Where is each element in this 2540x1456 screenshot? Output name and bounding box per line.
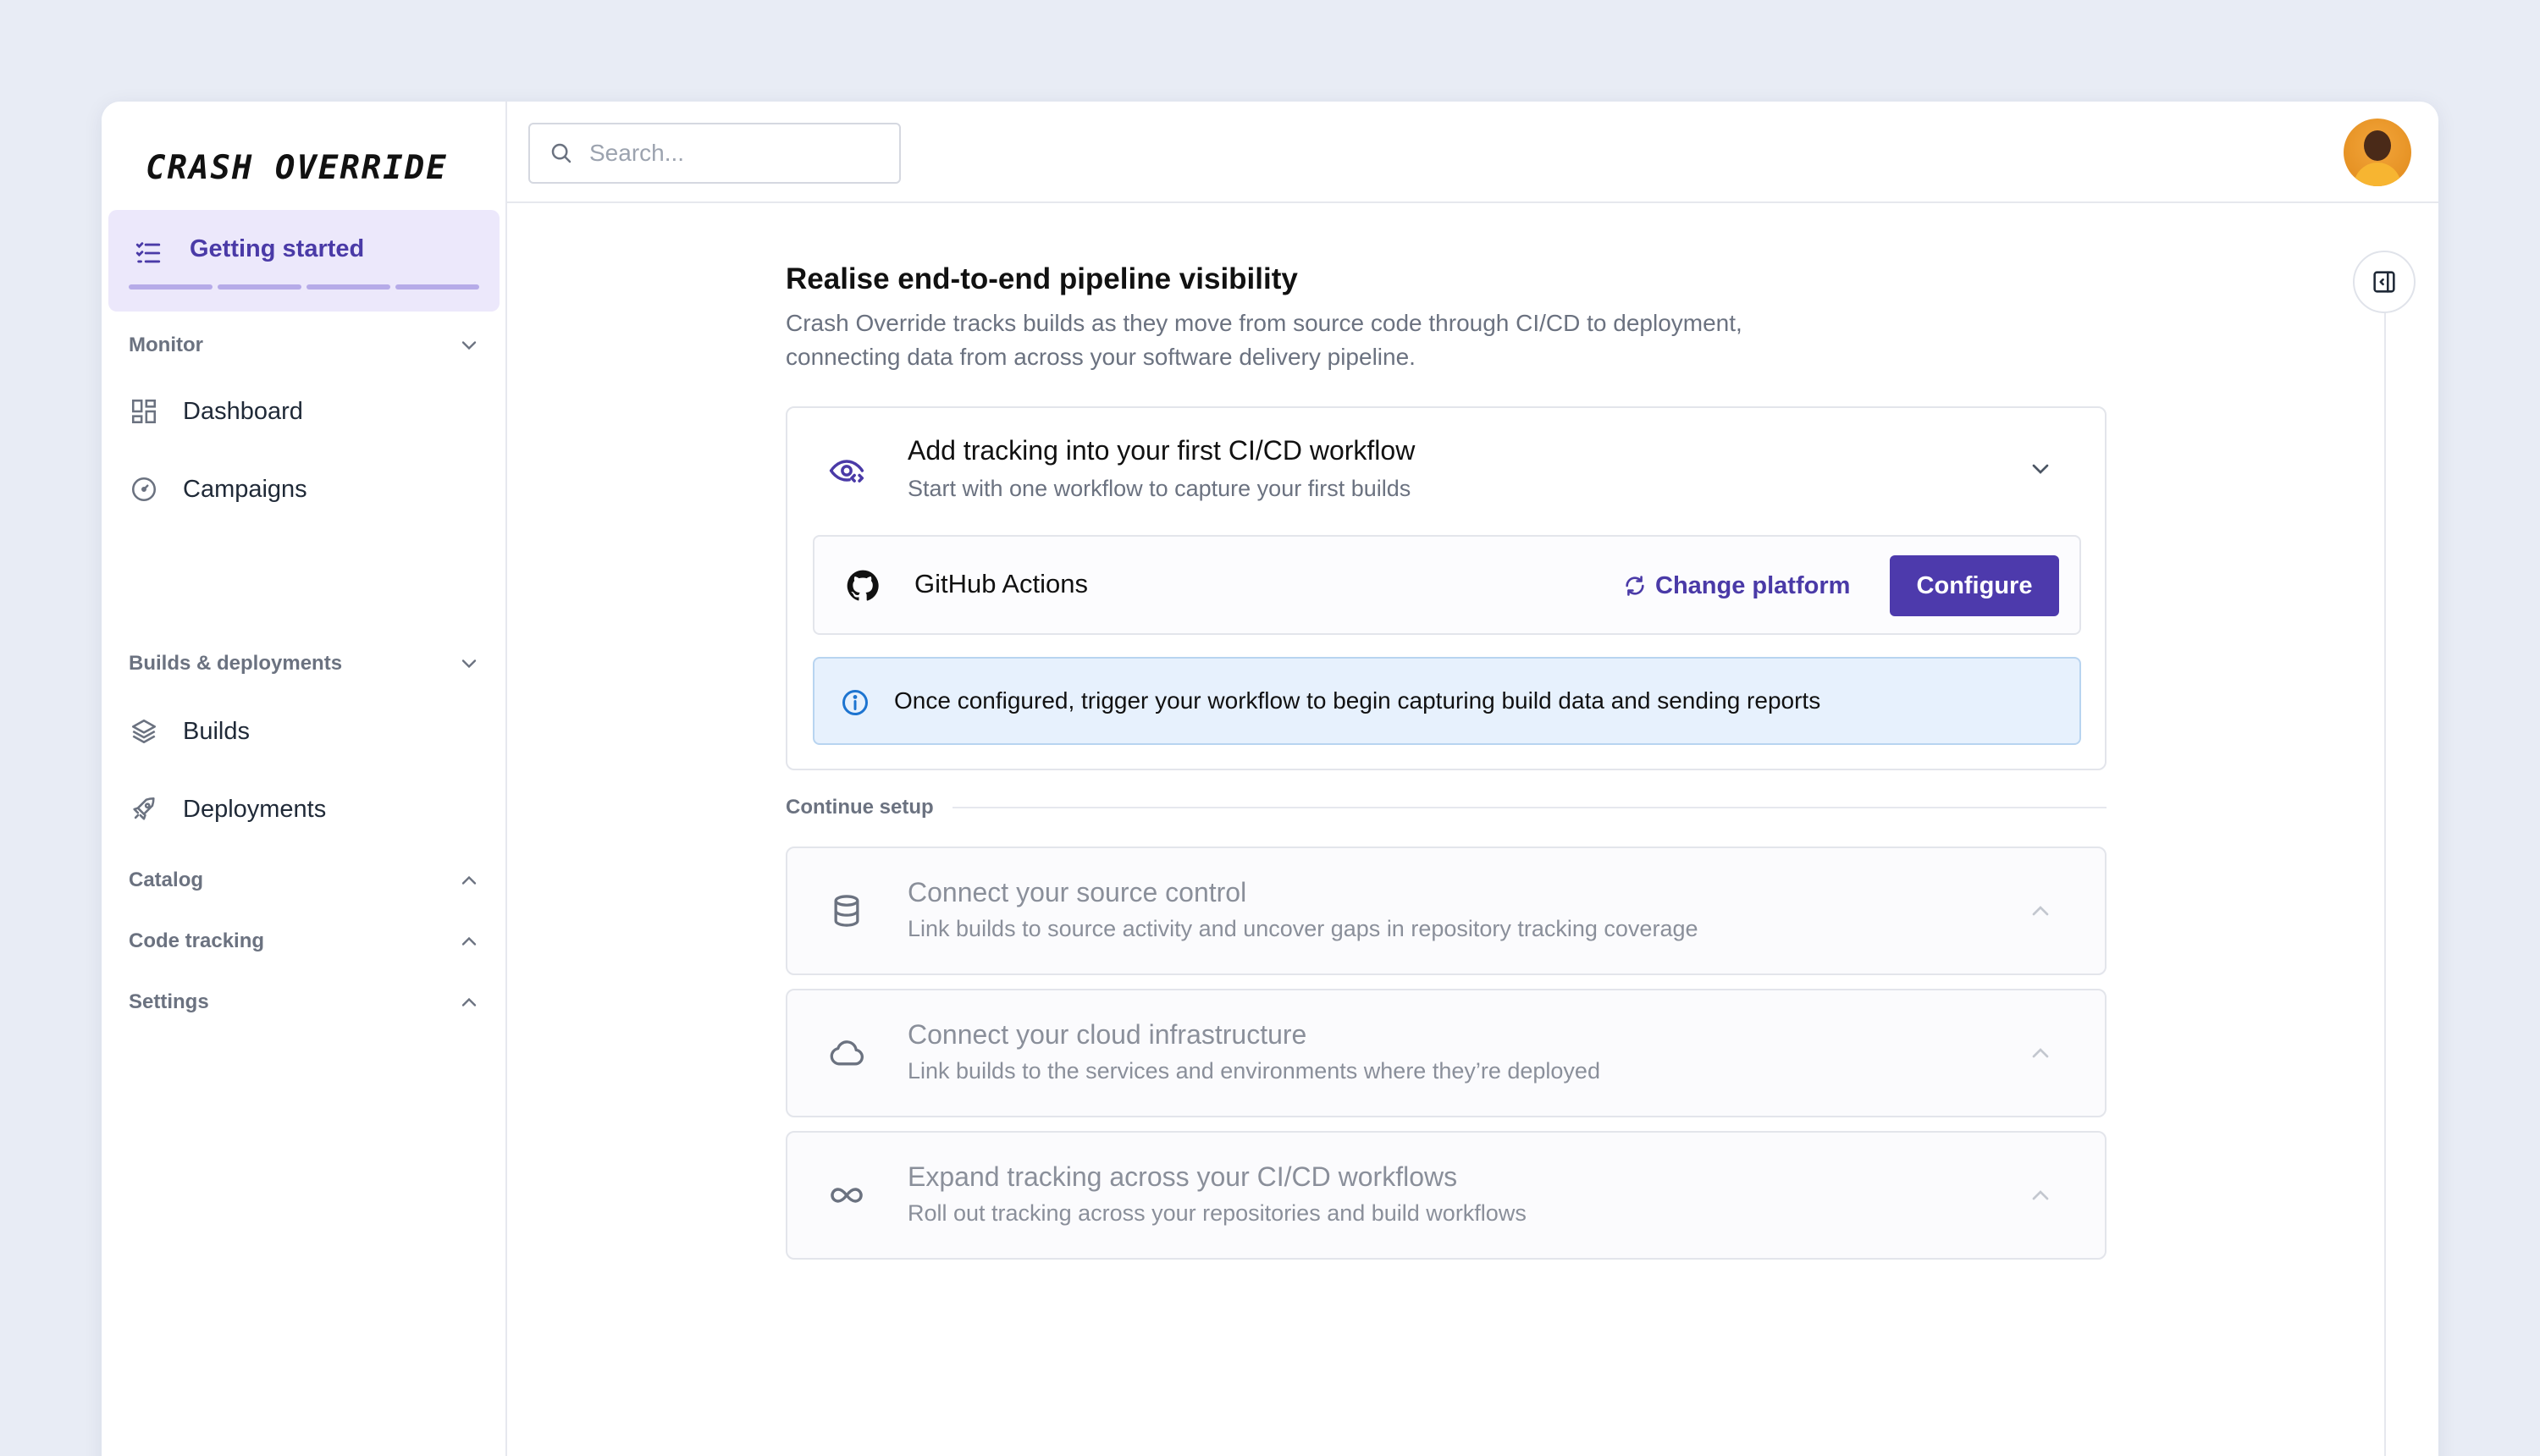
chevron-down-icon[interactable] (2027, 455, 2054, 483)
chevron-down-icon (461, 341, 477, 350)
page-description: Crash Override tracks builds as they mov… (786, 310, 1742, 370)
step-expand-tracking[interactable]: Expand tracking across your CI/CD workfl… (786, 1131, 2107, 1260)
search-icon (551, 143, 572, 163)
platform-row: GitHub Actions Change platform Configure (813, 535, 2081, 635)
active-step-title: Add tracking into your first CI/CD workf… (908, 435, 1416, 466)
brand-logo[interactable]: CRASH OVERRIDE (146, 132, 484, 203)
refresh-icon (1626, 576, 1644, 596)
getting-started-progress (129, 284, 479, 290)
sidebar-item-dashboard[interactable]: Dashboard (129, 388, 484, 435)
info-banner: Once configured, trigger your workflow t… (813, 657, 2081, 745)
step-subtitle: Link builds to the services and environm… (908, 1058, 1600, 1084)
panel-collapse-icon (2373, 271, 2395, 293)
configure-button[interactable]: Configure (1890, 555, 2059, 616)
step-title: Expand tracking across your CI/CD workfl… (908, 1161, 1458, 1192)
app-window: CRASH OVERRIDE Getting started Monitor D… (102, 102, 2438, 1456)
step-subtitle: Link builds to source activity and uncov… (908, 916, 1698, 941)
github-icon (847, 570, 879, 601)
step-title: Connect your cloud infrastructure (908, 1019, 1307, 1050)
section-label: Builds & deployments (129, 652, 343, 675)
chevron-up-icon (461, 936, 477, 946)
section-label: Catalog (129, 869, 204, 891)
avatar[interactable] (2344, 119, 2411, 186)
platform-name: GitHub Actions (914, 569, 1089, 598)
sidebar-item-campaigns[interactable]: Campaigns (129, 466, 484, 513)
active-step-subtitle: Start with one workflow to capture your … (908, 476, 1411, 501)
database-icon (834, 895, 859, 927)
chevron-up-icon (461, 997, 477, 1007)
active-step-header[interactable]: Add tracking into your first CI/CD workf… (787, 408, 2105, 535)
toggle-panel-button[interactable] (2353, 251, 2416, 313)
nav-label: Deployments (183, 795, 327, 823)
step-title: Connect your source control (908, 877, 1247, 907)
info-icon (842, 690, 868, 715)
active-step-card: Add tracking into your first CI/CD workf… (786, 406, 2107, 770)
step-cloud-infrastructure[interactable]: Connect your cloud infrastructure Link b… (786, 989, 2107, 1117)
sidebar-item-builds[interactable]: Builds (129, 708, 484, 755)
right-rail-divider (2384, 283, 2386, 1456)
nav-label: Campaigns (183, 475, 307, 503)
getting-started-label: Getting started (190, 235, 365, 262)
dashboard-icon (129, 396, 159, 427)
infinity-icon (831, 1188, 863, 1203)
eye-code-icon (829, 460, 864, 483)
search-box[interactable] (528, 123, 901, 184)
section-settings[interactable]: Settings (129, 985, 484, 1019)
progress-segment (218, 284, 301, 290)
chevron-up-icon (461, 875, 477, 885)
section-label: Settings (129, 990, 209, 1013)
chevron-up-icon (2032, 1190, 2049, 1200)
info-text: Once configured, trigger your workflow t… (894, 687, 1821, 714)
chevron-up-icon (2032, 906, 2049, 916)
nav-label: Dashboard (183, 397, 303, 425)
sidebar: CRASH OVERRIDE Getting started Monitor D… (102, 102, 507, 1456)
continue-setup-label: Continue setup (786, 796, 934, 819)
section-catalog[interactable]: Catalog (129, 863, 484, 897)
section-code-tracking[interactable]: Code tracking (129, 924, 484, 958)
change-platform-button[interactable]: Change platform (1623, 555, 1850, 616)
section-label: Code tracking (129, 929, 265, 952)
progress-segment (395, 284, 479, 290)
step-subtitle: Roll out tracking across your repositori… (908, 1200, 1527, 1226)
chevron-down-icon (461, 659, 477, 669)
gauge-icon (129, 474, 159, 505)
checklist-icon (135, 242, 161, 263)
continue-setup-divider: Continue setup (786, 791, 2107, 825)
cloud-icon (830, 1040, 864, 1066)
progress-segment (306, 284, 390, 290)
step-source-control[interactable]: Connect your source control Link builds … (786, 847, 2107, 975)
search-input[interactable] (589, 140, 894, 167)
section-label: Monitor (129, 334, 203, 356)
chevron-up-icon (2032, 1048, 2049, 1058)
rocket-icon (129, 794, 159, 825)
sidebar-item-deployments[interactable]: Deployments (129, 786, 484, 833)
nav-label: Builds (183, 717, 250, 745)
section-builds-deployments[interactable]: Builds & deployments (129, 647, 484, 681)
main-content: Realise end-to-end pipeline visibility C… (786, 262, 2107, 1260)
section-monitor[interactable]: Monitor (129, 328, 484, 362)
change-platform-label: Change platform (1655, 571, 1851, 599)
top-bar (507, 102, 2438, 203)
sidebar-item-getting-started[interactable]: Getting started (108, 210, 500, 312)
page-title: Realise end-to-end pipeline visibility (786, 262, 1298, 295)
progress-segment (129, 284, 213, 290)
layers-icon (129, 716, 159, 747)
